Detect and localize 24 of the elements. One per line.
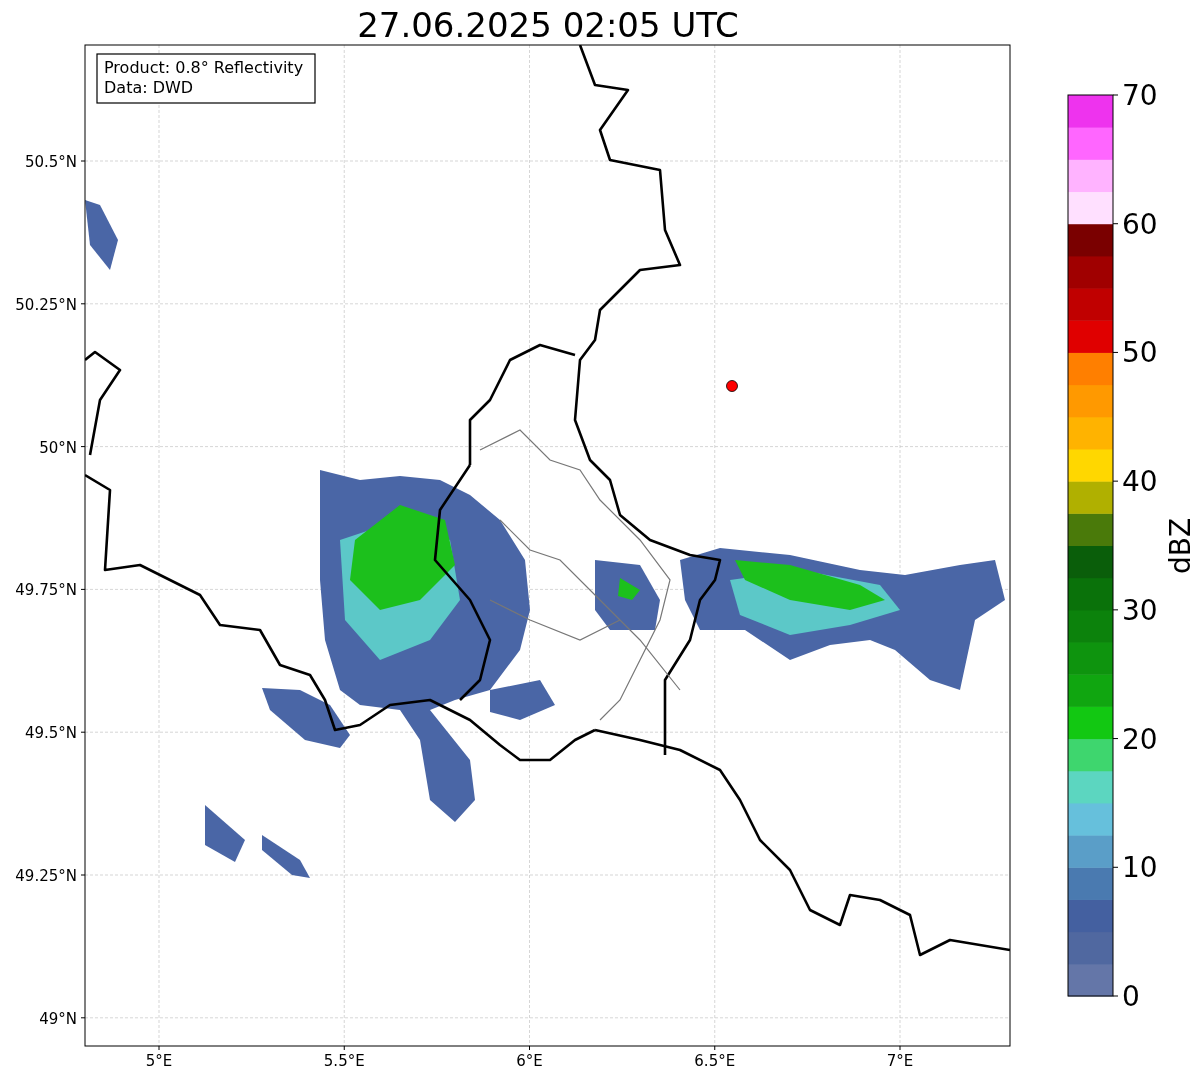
latitude-label: 49.5°N bbox=[24, 724, 77, 743]
latitude-label: 50°N bbox=[39, 438, 77, 457]
chart-title: 27.06.2025 02:05 UTC bbox=[357, 5, 739, 45]
latitude-label: 50.5°N bbox=[24, 153, 77, 171]
info-text: Product: 0.8° Reflectivity bbox=[104, 58, 304, 77]
colorbar-label: dBZ bbox=[1164, 517, 1197, 575]
colorbar-tick-label: 20 bbox=[1122, 722, 1158, 756]
latitude-label: 49.25°N bbox=[15, 867, 77, 885]
latitude-label: 50.25°N bbox=[15, 295, 77, 314]
latitude-label: 49°N bbox=[39, 1009, 77, 1028]
longitude-label: 6.5°E bbox=[694, 1052, 736, 1070]
longitude-label: 7°E bbox=[886, 1052, 914, 1070]
colorbar-tick-label: 10 bbox=[1122, 851, 1158, 885]
colorbar-tick-label: 50 bbox=[1122, 336, 1158, 370]
colorbar-tick-label: 70 bbox=[1122, 79, 1158, 112]
longitude-label: 5.5°E bbox=[323, 1052, 365, 1070]
info-text: Data: DWD bbox=[104, 78, 194, 97]
colorbar-tick-label: 60 bbox=[1122, 207, 1158, 241]
latitude-label: 49.75°N bbox=[15, 581, 77, 600]
colorbar-tick-label: 0 bbox=[1122, 980, 1140, 1013]
colorbar-tick-label: 40 bbox=[1122, 465, 1158, 499]
longitude-label: 6°E bbox=[516, 1052, 543, 1070]
longitude-label: 5°E bbox=[145, 1052, 173, 1070]
colorbar-tick-label: 30 bbox=[1122, 593, 1158, 627]
